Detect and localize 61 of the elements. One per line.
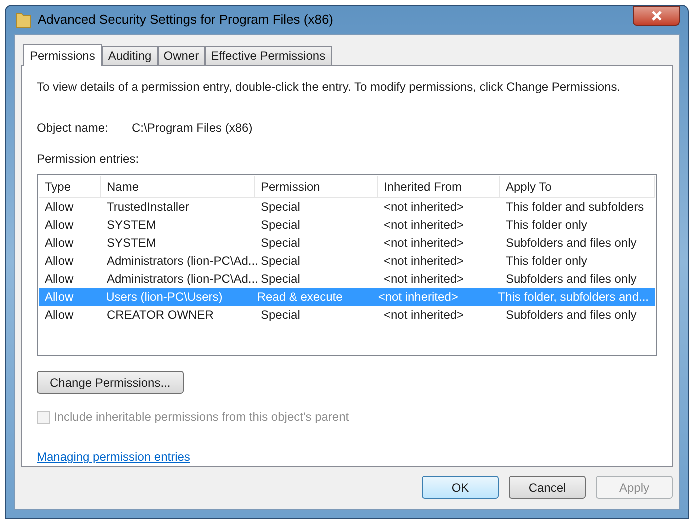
table-cell-text: Allow	[44, 235, 75, 252]
table-cell-text: Users (lion-PC\Users)	[105, 289, 224, 306]
column-header[interactable]: Type	[39, 176, 101, 197]
table-cell-text: SYSTEM	[106, 235, 158, 252]
change-permissions-button[interactable]: Change Permissions...	[37, 371, 184, 394]
column-header[interactable]: Name	[101, 176, 255, 197]
table-cell-text: TrustedInstaller	[106, 199, 190, 216]
table-row[interactable]: Allow TrustedInstaller Special <not inherited> This folder and subfolders	[39, 198, 655, 216]
table-cell-text: Allow	[44, 217, 75, 234]
tab[interactable]: Effective Permissions	[205, 46, 332, 65]
table-row[interactable]: Allow CREATOR OWNER Special <not inherited> Subfolders and files only	[39, 306, 655, 324]
table-cell-text: This folder and subfolders	[505, 199, 646, 216]
table-cell-text: Special	[260, 199, 302, 216]
table-cell-text: Allow	[44, 199, 75, 216]
window-title: Advanced Security Settings for Program Files (x86)	[38, 11, 334, 30]
close-icon	[652, 11, 662, 21]
table-row[interactable]: Allow SYSTEM Special <not inherited> This folder only	[39, 216, 655, 234]
table-cell-text: CREATOR OWNER	[106, 307, 215, 324]
table-cell-text: <not inherited>	[383, 217, 466, 234]
table-cell-text: Allow	[44, 289, 75, 306]
table-cell-text: SYSTEM	[106, 217, 158, 234]
table-row[interactable]: Allow Administrators (lion-PC\Ad... Special <not inherited> Subfolders and files only	[39, 270, 655, 288]
table-cell-text: This folder only	[505, 253, 588, 270]
tab[interactable]: Auditing	[102, 46, 158, 65]
close-button[interactable]	[633, 6, 680, 26]
table-row[interactable]: Allow SYSTEM Special <not inherited> Subfolders and files only	[39, 234, 655, 252]
column-header[interactable]: Inherited From	[378, 176, 500, 197]
table-cell-text: Subfolders and files only	[505, 307, 638, 324]
folder-icon	[16, 11, 32, 29]
table-cell-text: Subfolders and files only	[505, 235, 638, 252]
include-checkbox-label: Include inheritable permissions from this object's parent	[54, 409, 350, 426]
table-cell-text: Subfolders and files only	[505, 271, 638, 288]
object-name-value: C:\Program Files (x86)	[132, 120, 253, 137]
table-cell-text: <not inherited>	[377, 289, 460, 306]
table-cell-text: Special	[260, 307, 302, 324]
table-cell-text: This folder only	[505, 217, 588, 234]
table-cell-text: Administrators (lion-PC\Ad...	[106, 253, 255, 270]
table-cell-text: Allow	[44, 253, 75, 270]
table-cell-text: Special	[260, 235, 302, 252]
table-cell-text: <not inherited>	[383, 199, 466, 216]
tab[interactable]: Permissions	[23, 44, 102, 66]
table-row[interactable]: Allow Administrators (lion-PC\Ad... Special <not inherited> This folder only	[39, 252, 655, 270]
column-header[interactable]: Apply To	[500, 176, 655, 197]
column-header[interactable]: Permission	[255, 176, 378, 197]
table-cell-text: This folder, subfolders and...	[497, 289, 650, 306]
table-cell-text: Special	[260, 217, 302, 234]
help-link[interactable]: Managing permission entries	[37, 448, 190, 466]
object-name-label: Object name:	[37, 120, 110, 137]
table-cell-text: Read & execute	[256, 289, 344, 306]
entries-label: Permission entries:	[37, 151, 140, 168]
table-cell-text: <not inherited>	[383, 271, 466, 288]
dialog-button[interactable]: OK	[422, 476, 499, 499]
table-cell-text: Allow	[44, 271, 75, 288]
table-cell-text: Allow	[44, 307, 75, 324]
tab[interactable]: Owner	[158, 46, 206, 65]
table-cell-text: Administrators (lion-PC\Ad...	[106, 271, 255, 288]
dialog-button[interactable]: Cancel	[509, 476, 586, 499]
table-cell-text: <not inherited>	[383, 307, 466, 324]
instructions-text: To view details of a permission entry, double-click the entry. To modify permissions, click Change Permissions.	[37, 79, 622, 96]
table-cell-text: <not inherited>	[383, 253, 466, 270]
table-cell-text: <not inherited>	[383, 235, 466, 252]
